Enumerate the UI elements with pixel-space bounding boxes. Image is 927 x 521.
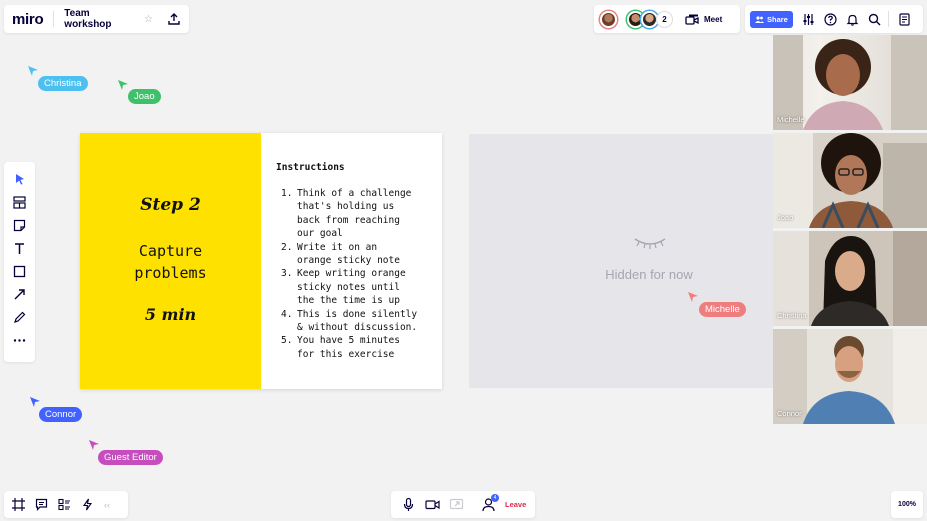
share-button[interactable]: Share [750, 10, 793, 28]
shape-tool-icon[interactable] [13, 264, 27, 278]
participants-icon[interactable]: 4 [481, 494, 499, 512]
more-tools-icon[interactable] [13, 333, 27, 347]
microphone-icon[interactable] [401, 497, 416, 512]
video-call-icon[interactable] [685, 13, 699, 25]
select-tool-icon[interactable] [13, 172, 27, 186]
collapse-icon[interactable]: ‹‹ [104, 500, 110, 510]
avatar[interactable] [600, 10, 617, 28]
bottom-left-toolbar: ‹‹ [4, 491, 128, 518]
miro-logo[interactable]: miro [12, 11, 44, 28]
cards-icon[interactable] [58, 498, 71, 511]
meet-button[interactable]: Meet [704, 15, 722, 24]
cursor-label: Christina [38, 76, 88, 91]
list-text: Write it on an orange sticky note [297, 241, 400, 267]
list-item: 3. Keep writing orange sticky notes until… [281, 267, 441, 307]
list-number: 2. [281, 241, 293, 253]
pen-icon[interactable] [13, 310, 27, 324]
step-duration: 5 min [144, 305, 197, 324]
top-toolbar: Share [745, 5, 923, 33]
meeting-controls: 4 Leave [391, 491, 535, 518]
notes-panel-icon[interactable] [898, 12, 911, 26]
cursor-label: Guest Editor [98, 450, 163, 465]
screen-share-icon[interactable] [449, 497, 464, 512]
camera-icon[interactable] [425, 497, 440, 512]
frames-icon[interactable] [12, 498, 25, 511]
collaborators-panel: 2 Meet [594, 5, 740, 33]
participant-name: Michelle [777, 115, 805, 124]
video-tile[interactable]: Joao [773, 133, 927, 228]
video-tile[interactable]: Michelle [773, 35, 927, 130]
cursor-label: Michelle [699, 302, 746, 317]
board-header: miro Team workshop ☆ [4, 5, 189, 33]
list-text: This is done silently & without discussi… [297, 308, 418, 334]
list-number: 4. [281, 308, 293, 320]
users-icon [755, 15, 764, 23]
cursor-arrow-icon [118, 80, 128, 90]
step-card[interactable]: Step 2 Capture problems 5 min [80, 133, 261, 389]
cursor-arrow-icon [688, 292, 698, 302]
participants-badge: 4 [491, 494, 499, 502]
list-item: 4. This is done silently & without discus… [281, 308, 441, 335]
list-text: Think of a challenge that's holding us b… [297, 188, 412, 240]
search-icon[interactable] [868, 13, 881, 26]
step-label: Step 2 [140, 195, 201, 215]
settings-sliders-icon[interactable] [802, 13, 815, 26]
upload-icon[interactable] [167, 12, 181, 26]
sticky-note-icon[interactable] [13, 218, 27, 232]
instructions-list: 1. Think of a challenge that's holding us… [281, 187, 441, 361]
list-item: 1. Think of a challenge that's holding us… [281, 187, 441, 241]
cursor-arrow-icon [28, 66, 38, 76]
list-text: Keep writing orange sticky notes until t… [297, 268, 406, 307]
participant-video-icon [773, 133, 927, 228]
list-number: 1. [281, 188, 293, 199]
list-item: 5. You have 5 minutes for this exercise [281, 334, 441, 361]
bell-icon[interactable] [846, 13, 859, 26]
participant-name: Christina [777, 311, 807, 320]
list-text: You have 5 minutes for this exercise [297, 335, 400, 360]
step-title: Capture problems [134, 242, 207, 282]
closed-eye-icon [633, 236, 667, 254]
video-tile[interactable]: Christina [773, 231, 927, 326]
list-number: 3. [281, 268, 293, 280]
creation-toolbar [4, 162, 35, 362]
cursor-label: Connor [39, 407, 83, 422]
cursor-arrow-icon [89, 440, 99, 450]
lightning-icon[interactable] [81, 498, 94, 511]
step-frame[interactable]: Step 2 Capture problems 5 min Instructio… [80, 133, 442, 389]
collaborator-count[interactable]: 2 [656, 10, 673, 28]
participant-name: Connor [777, 409, 802, 418]
leave-button[interactable]: Leave [505, 500, 526, 509]
help-icon[interactable] [824, 12, 837, 26]
divider [53, 11, 55, 27]
templates-icon[interactable] [13, 195, 27, 209]
comment-icon[interactable] [35, 498, 48, 511]
instructions-title: Instructions [276, 162, 345, 173]
list-item: 2. Write it on an orange sticky note [281, 241, 441, 268]
list-number: 5. [281, 335, 293, 347]
cursor-arrow-icon [30, 397, 40, 407]
connector-arrow-icon[interactable] [13, 287, 27, 301]
cursor-label: Joao [128, 89, 161, 104]
zoom-level[interactable]: 100% [891, 491, 923, 518]
divider [887, 11, 889, 27]
hidden-frame[interactable]: Hidden for now [469, 134, 773, 388]
star-icon[interactable]: ☆ [144, 14, 153, 25]
video-tile[interactable]: Connor [773, 329, 927, 424]
participant-name: Joao [777, 213, 794, 222]
board-title[interactable]: Team workshop [64, 8, 138, 30]
share-label: Share [767, 14, 788, 24]
text-tool-icon[interactable] [13, 241, 27, 255]
